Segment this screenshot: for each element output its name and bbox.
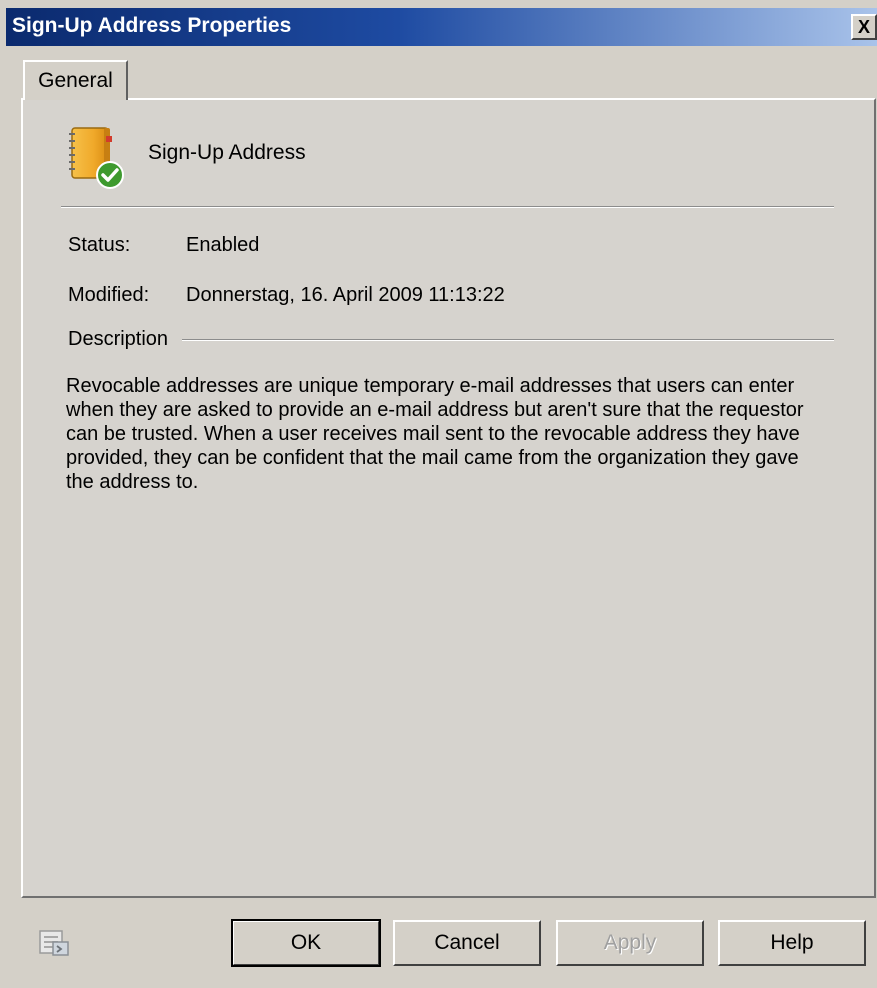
apply-button[interactable]: Apply [556,920,704,966]
close-button[interactable]: X [851,14,877,40]
ok-button-label: OK [290,931,322,954]
window-title: Sign-Up Address Properties [12,14,292,37]
properties-dialog: Sign-Up Address Properties X General Sig… [0,0,877,988]
object-name: Sign-Up Address [148,141,306,164]
description-divider [182,339,834,341]
status-value: Enabled [186,234,260,256]
apply-button-label: Apply [603,931,657,954]
help-button[interactable]: Help [718,920,866,966]
cancel-button[interactable]: Cancel [393,920,541,966]
description-text: Revocable addresses are unique temporary… [66,375,804,493]
tab-general-label: General [38,69,113,92]
general-panel [21,98,876,898]
address-book-check-icon [69,127,124,189]
properties-icon[interactable] [38,928,70,958]
status-label: Status: [68,234,131,256]
help-button-label: Help [770,931,814,954]
cancel-button-label: Cancel [434,931,500,954]
ok-button[interactable]: OK [231,919,381,967]
description-label: Description [68,328,169,350]
modified-label: Modified: [68,284,150,306]
modified-value: Donnerstag, 16. April 2009 11:13:22 [186,284,505,306]
close-icon: X [857,17,870,37]
tab-general[interactable]: General [23,60,128,100]
title-bar[interactable]: Sign-Up Address Properties X [6,8,877,46]
header-divider [61,206,834,208]
